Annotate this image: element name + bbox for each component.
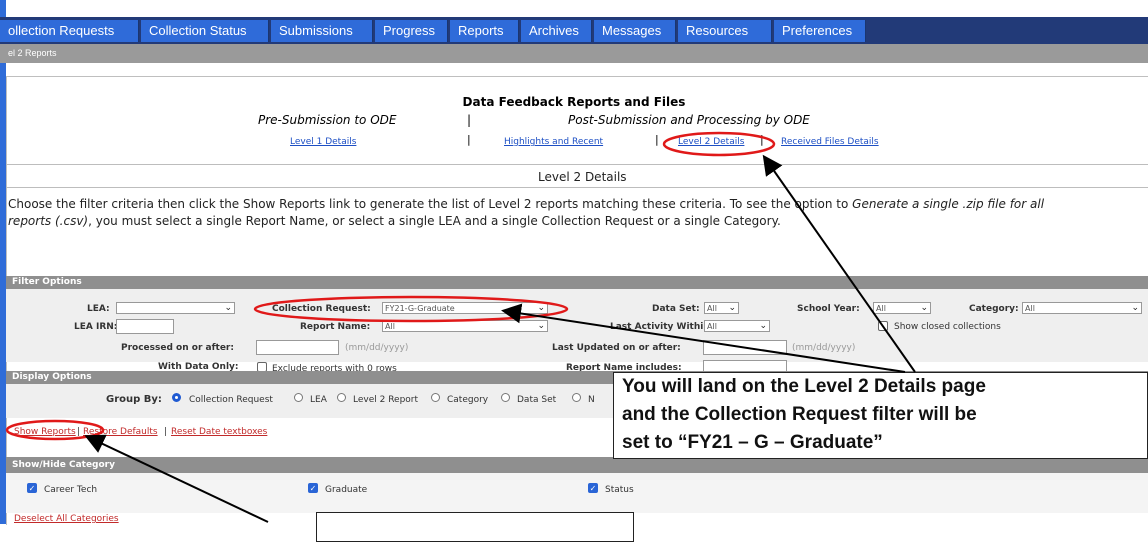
highlight-ellipse bbox=[253, 295, 569, 323]
arrow bbox=[501, 303, 906, 373]
annotation-overlay bbox=[5, 131, 916, 523]
arrow bbox=[84, 434, 269, 523]
highlight-ellipse bbox=[662, 131, 776, 157]
arrow bbox=[762, 154, 916, 373]
